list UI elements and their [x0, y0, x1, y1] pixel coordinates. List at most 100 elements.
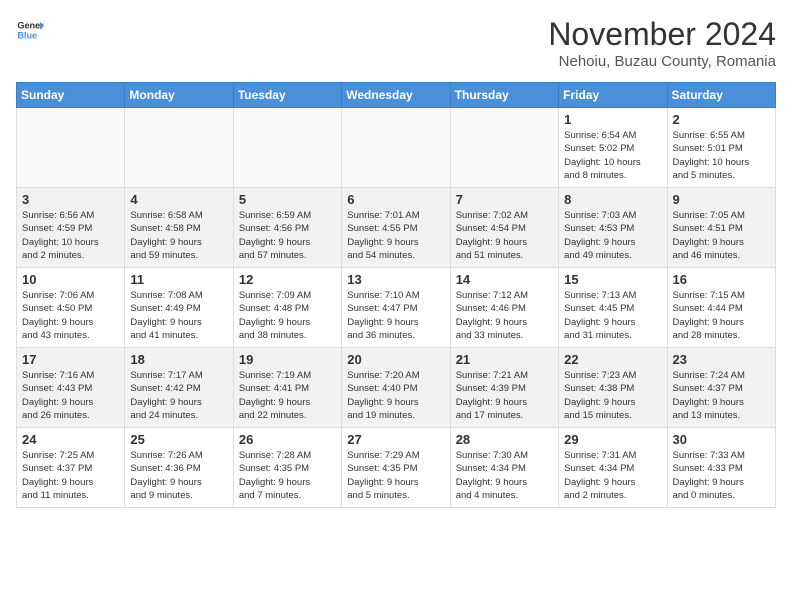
- day-info: Sunrise: 7:31 AM Sunset: 4:34 PM Dayligh…: [564, 449, 661, 502]
- calendar-cell: 1Sunrise: 6:54 AM Sunset: 5:02 PM Daylig…: [559, 108, 667, 188]
- weekday-header: Tuesday: [233, 83, 341, 108]
- day-info: Sunrise: 7:23 AM Sunset: 4:38 PM Dayligh…: [564, 369, 661, 422]
- day-info: Sunrise: 7:20 AM Sunset: 4:40 PM Dayligh…: [347, 369, 444, 422]
- day-info: Sunrise: 7:29 AM Sunset: 4:35 PM Dayligh…: [347, 449, 444, 502]
- calendar-cell: [450, 108, 558, 188]
- day-number: 15: [564, 272, 661, 287]
- day-number: 23: [673, 352, 770, 367]
- calendar-cell: 21 Sunrise: 7:21 AM Sunset: 4:39 PM Dayli…: [450, 348, 558, 428]
- day-number: 27: [347, 432, 444, 447]
- calendar-cell: 2 Sunrise: 6:55 AM Sunset: 5:01 PM Daylig…: [667, 108, 775, 188]
- calendar-cell: 12 Sunrise: 7:09 AM Sunset: 4:48 PM Dayli…: [233, 268, 341, 348]
- day-info: Sunrise: 7:30 AM Sunset: 4:34 PM Dayligh…: [456, 449, 553, 502]
- title-section: November 2024 Nehoiu, Buzau County, Roma…: [548, 16, 776, 70]
- calendar-week-row: 1Sunrise: 6:54 AM Sunset: 5:02 PM Daylig…: [17, 108, 776, 188]
- day-number: 20: [347, 352, 444, 367]
- day-number: 26: [239, 432, 336, 447]
- calendar-cell: 5 Sunrise: 6:59 AM Sunset: 4:56 PM Daylig…: [233, 188, 341, 268]
- calendar-cell: 13 Sunrise: 7:10 AM Sunset: 4:47 PM Dayli…: [342, 268, 450, 348]
- calendar-cell: 24 Sunrise: 7:25 AM Sunset: 4:37 PM Dayli…: [17, 428, 125, 508]
- svg-text:Blue: Blue: [17, 30, 37, 40]
- day-info: Sunrise: 7:26 AM Sunset: 4:36 PM Dayligh…: [130, 449, 227, 502]
- logo: General Blue: [16, 16, 44, 44]
- day-number: 12: [239, 272, 336, 287]
- day-info: Sunrise: 6:58 AM Sunset: 4:58 PM Dayligh…: [130, 209, 227, 262]
- day-info: Sunrise: 7:28 AM Sunset: 4:35 PM Dayligh…: [239, 449, 336, 502]
- calendar-cell: 11 Sunrise: 7:08 AM Sunset: 4:49 PM Dayli…: [125, 268, 233, 348]
- day-info: Sunrise: 7:25 AM Sunset: 4:37 PM Dayligh…: [22, 449, 119, 502]
- day-info: Sunrise: 7:06 AM Sunset: 4:50 PM Dayligh…: [22, 289, 119, 342]
- day-number: 3: [22, 192, 119, 207]
- weekday-header: Saturday: [667, 83, 775, 108]
- calendar-cell: 29 Sunrise: 7:31 AM Sunset: 4:34 PM Dayli…: [559, 428, 667, 508]
- weekday-header: Sunday: [17, 83, 125, 108]
- day-info: Sunrise: 7:13 AM Sunset: 4:45 PM Dayligh…: [564, 289, 661, 342]
- day-number: 18: [130, 352, 227, 367]
- calendar-week-row: 3 Sunrise: 6:56 AM Sunset: 4:59 PM Daylig…: [17, 188, 776, 268]
- day-number: 28: [456, 432, 553, 447]
- calendar-cell: 22 Sunrise: 7:23 AM Sunset: 4:38 PM Dayli…: [559, 348, 667, 428]
- calendar-table: SundayMondayTuesdayWednesdayThursdayFrid…: [16, 82, 776, 508]
- day-number: 25: [130, 432, 227, 447]
- day-info: Sunrise: 6:59 AM Sunset: 4:56 PM Dayligh…: [239, 209, 336, 262]
- day-info: Sunrise: 7:10 AM Sunset: 4:47 PM Dayligh…: [347, 289, 444, 342]
- calendar-week-row: 10 Sunrise: 7:06 AM Sunset: 4:50 PM Dayli…: [17, 268, 776, 348]
- calendar-week-row: 17Sunrise: 7:16 AM Sunset: 4:43 PM Dayli…: [17, 348, 776, 428]
- day-info: Sunrise: 6:55 AM Sunset: 5:01 PM Dayligh…: [673, 129, 770, 182]
- calendar-cell: 18 Sunrise: 7:17 AM Sunset: 4:42 PM Dayli…: [125, 348, 233, 428]
- calendar-cell: 3 Sunrise: 6:56 AM Sunset: 4:59 PM Daylig…: [17, 188, 125, 268]
- day-info: Sunrise: 7:05 AM Sunset: 4:51 PM Dayligh…: [673, 209, 770, 262]
- day-number: 30: [673, 432, 770, 447]
- day-info: Sunrise: 7:15 AM Sunset: 4:44 PM Dayligh…: [673, 289, 770, 342]
- calendar-cell: 10 Sunrise: 7:06 AM Sunset: 4:50 PM Dayli…: [17, 268, 125, 348]
- day-info: Sunrise: 6:56 AM Sunset: 4:59 PM Dayligh…: [22, 209, 119, 262]
- calendar-cell: 15 Sunrise: 7:13 AM Sunset: 4:45 PM Dayli…: [559, 268, 667, 348]
- day-number: 6: [347, 192, 444, 207]
- calendar-cell: 14Sunrise: 7:12 AM Sunset: 4:46 PM Dayli…: [450, 268, 558, 348]
- calendar-cell: 25 Sunrise: 7:26 AM Sunset: 4:36 PM Dayli…: [125, 428, 233, 508]
- day-number: 7: [456, 192, 553, 207]
- day-number: 24: [22, 432, 119, 447]
- calendar-cell: 16 Sunrise: 7:15 AM Sunset: 4:44 PM Dayli…: [667, 268, 775, 348]
- calendar-cell: 27 Sunrise: 7:29 AM Sunset: 4:35 PM Dayli…: [342, 428, 450, 508]
- day-number: 29: [564, 432, 661, 447]
- page-header: General Blue November 2024 Nehoiu, Buzau…: [16, 16, 776, 70]
- day-number: 10: [22, 272, 119, 287]
- calendar-cell: [233, 108, 341, 188]
- calendar-cell: [342, 108, 450, 188]
- calendar-week-row: 24 Sunrise: 7:25 AM Sunset: 4:37 PM Dayli…: [17, 428, 776, 508]
- weekday-header: Wednesday: [342, 83, 450, 108]
- calendar-cell: 19Sunrise: 7:19 AM Sunset: 4:41 PM Dayli…: [233, 348, 341, 428]
- day-info: Sunrise: 7:19 AM Sunset: 4:41 PM Dayligh…: [239, 369, 336, 422]
- calendar-cell: 26 Sunrise: 7:28 AM Sunset: 4:35 PM Dayli…: [233, 428, 341, 508]
- day-number: 8: [564, 192, 661, 207]
- day-number: 5: [239, 192, 336, 207]
- day-number: 2: [673, 112, 770, 127]
- day-number: 13: [347, 272, 444, 287]
- day-number: 1: [564, 112, 661, 127]
- day-number: 14: [456, 272, 553, 287]
- day-number: 11: [130, 272, 227, 287]
- calendar-cell: 20 Sunrise: 7:20 AM Sunset: 4:40 PM Dayli…: [342, 348, 450, 428]
- day-info: Sunrise: 7:17 AM Sunset: 4:42 PM Dayligh…: [130, 369, 227, 422]
- day-info: Sunrise: 7:09 AM Sunset: 4:48 PM Dayligh…: [239, 289, 336, 342]
- weekday-header: Friday: [559, 83, 667, 108]
- day-info: Sunrise: 7:08 AM Sunset: 4:49 PM Dayligh…: [130, 289, 227, 342]
- day-info: Sunrise: 7:16 AM Sunset: 4:43 PM Dayligh…: [22, 369, 119, 422]
- calendar-cell: 17Sunrise: 7:16 AM Sunset: 4:43 PM Dayli…: [17, 348, 125, 428]
- calendar-cell: 23Sunrise: 7:24 AM Sunset: 4:37 PM Dayli…: [667, 348, 775, 428]
- calendar-header-row: SundayMondayTuesdayWednesdayThursdayFrid…: [17, 83, 776, 108]
- calendar-cell: [17, 108, 125, 188]
- calendar-cell: 8Sunrise: 7:03 AM Sunset: 4:53 PM Daylig…: [559, 188, 667, 268]
- calendar-cell: 30Sunrise: 7:33 AM Sunset: 4:33 PM Dayli…: [667, 428, 775, 508]
- day-number: 21: [456, 352, 553, 367]
- calendar-cell: 28 Sunrise: 7:30 AM Sunset: 4:34 PM Dayli…: [450, 428, 558, 508]
- day-number: 16: [673, 272, 770, 287]
- day-info: Sunrise: 7:02 AM Sunset: 4:54 PM Dayligh…: [456, 209, 553, 262]
- day-number: 4: [130, 192, 227, 207]
- day-info: Sunrise: 7:21 AM Sunset: 4:39 PM Dayligh…: [456, 369, 553, 422]
- weekday-header: Thursday: [450, 83, 558, 108]
- calendar-cell: 9Sunrise: 7:05 AM Sunset: 4:51 PM Daylig…: [667, 188, 775, 268]
- day-number: 22: [564, 352, 661, 367]
- calendar-cell: 7 Sunrise: 7:02 AM Sunset: 4:54 PM Daylig…: [450, 188, 558, 268]
